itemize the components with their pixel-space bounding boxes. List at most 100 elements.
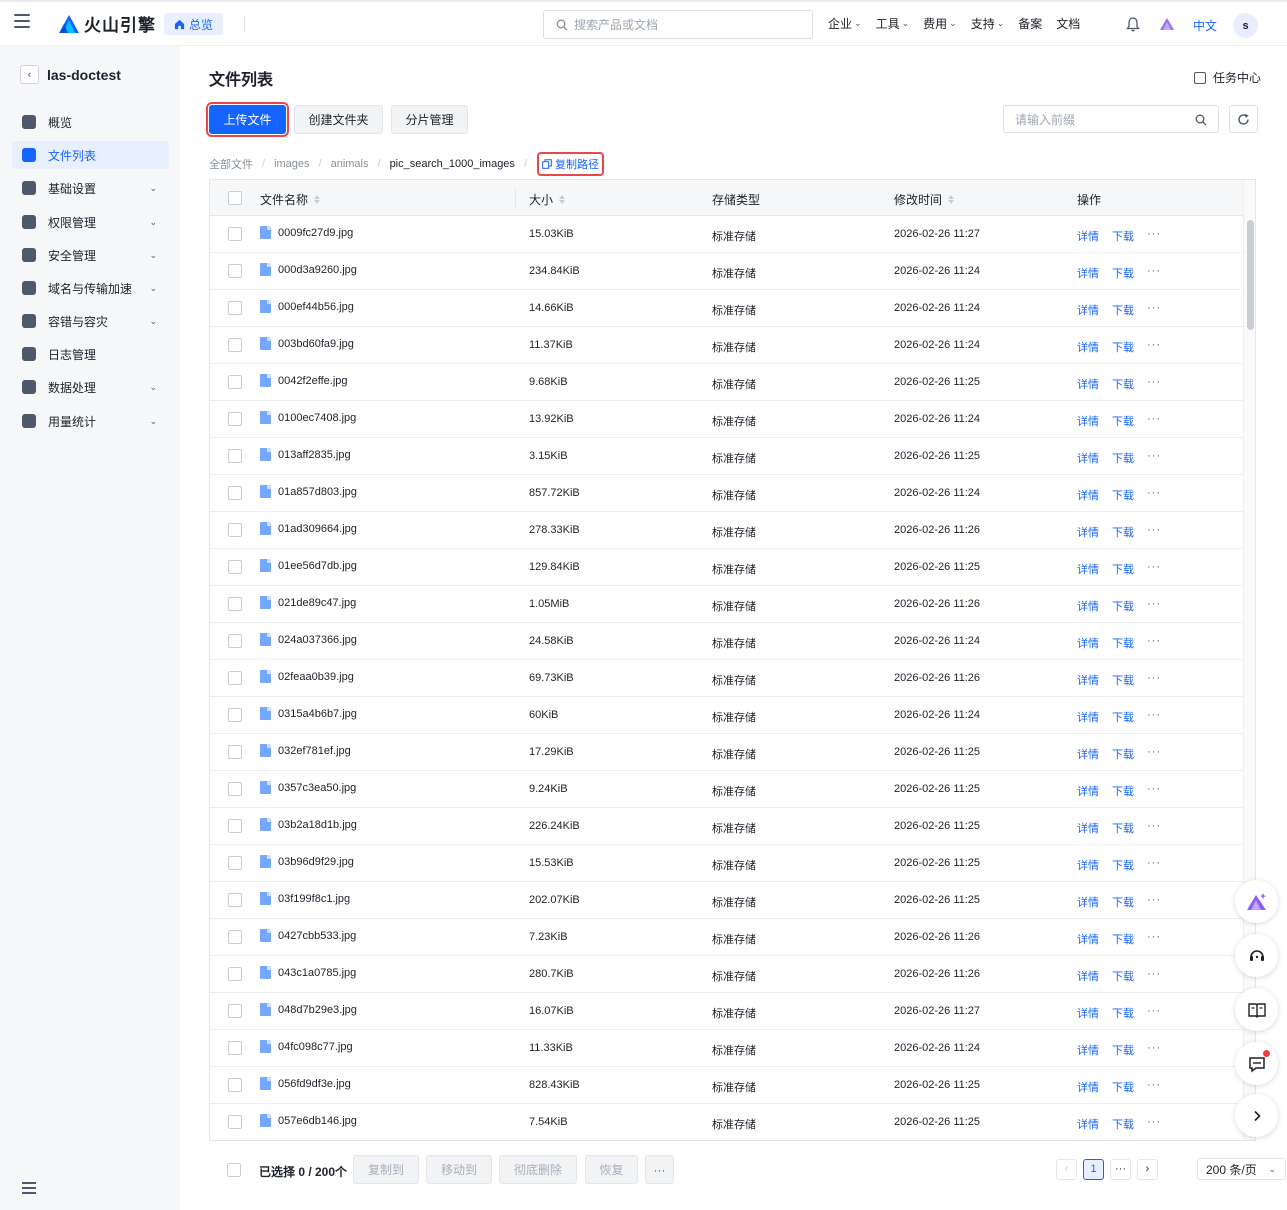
table-row[interactable]: 0100ec7408.jpg 13.92KiB 标准存储 2026-02-26 11:… xyxy=(210,401,1243,438)
row-checkbox[interactable] xyxy=(228,819,242,833)
sidebar-item[interactable]: 基础设置 ⌄ xyxy=(12,174,169,202)
file-name[interactable]: 057e6db146.jpg xyxy=(278,1115,357,1127)
more-actions-icon[interactable]: ··· xyxy=(1147,746,1161,762)
table-row[interactable]: 057e6db146.jpg 7.54KiB 标准存储 2026-02-26 11:2… xyxy=(210,1104,1243,1140)
table-row[interactable]: 024a037366.jpg 24.58KiB 标准存储 2026-02-26 11:… xyxy=(210,623,1243,660)
more-actions-icon[interactable]: ··· xyxy=(1147,783,1161,799)
expand-float-button[interactable] xyxy=(1235,1094,1278,1137)
download-link[interactable]: 下载 xyxy=(1112,265,1134,281)
more-actions-icon[interactable]: ··· xyxy=(1147,931,1161,947)
download-link[interactable]: 下载 xyxy=(1112,672,1134,688)
table-row[interactable]: 01ee56d7db.jpg 129.84KiB 标准存储 2026-02-26 11… xyxy=(210,549,1243,586)
sidebar-item[interactable]: 容错与容灾 ⌄ xyxy=(12,307,169,335)
file-name-cell[interactable]: 04fc098c77.jpg xyxy=(260,1040,353,1053)
nav-filing[interactable]: 备案 xyxy=(1018,15,1042,32)
breadcrumb-item[interactable]: images xyxy=(274,158,309,170)
customer-service-float-button[interactable] xyxy=(1235,934,1278,977)
more-actions-icon[interactable]: ··· xyxy=(1147,968,1161,984)
more-actions-icon[interactable]: ··· xyxy=(1147,487,1161,503)
detail-link[interactable]: 详情 xyxy=(1077,746,1099,762)
sidebar-item[interactable]: 权限管理 ⌄ xyxy=(12,208,169,236)
table-row[interactable]: 056fd9df3e.jpg 828.43KiB 标准存储 2026-02-26 11… xyxy=(210,1067,1243,1104)
download-link[interactable]: 下载 xyxy=(1112,1079,1134,1095)
detail-link[interactable]: 详情 xyxy=(1077,487,1099,503)
table-row[interactable]: 0315a4b6b7.jpg 60KiB 标准存储 2026-02-26 11:24 详… xyxy=(210,697,1243,734)
download-link[interactable]: 下载 xyxy=(1112,487,1134,503)
page-number[interactable]: 1 xyxy=(1083,1158,1104,1180)
download-link[interactable]: 下载 xyxy=(1112,783,1134,799)
search-icon[interactable] xyxy=(1195,114,1207,126)
file-name-cell[interactable]: 056fd9df3e.jpg xyxy=(260,1077,351,1090)
row-checkbox[interactable] xyxy=(228,449,242,463)
download-link[interactable]: 下载 xyxy=(1112,1042,1134,1058)
file-name[interactable]: 024a037366.jpg xyxy=(278,634,357,646)
table-row[interactable]: 0042f2effe.jpg 9.68KiB 标准存储 2026-02-26 11:2… xyxy=(210,364,1243,401)
detail-link[interactable]: 详情 xyxy=(1077,968,1099,984)
file-name[interactable]: 01ad309664.jpg xyxy=(278,523,357,535)
detail-link[interactable]: 详情 xyxy=(1077,561,1099,577)
table-row[interactable]: 0009fc27d9.jpg 15.03KiB 标准存储 2026-02-26 11:… xyxy=(210,216,1243,253)
detail-link[interactable]: 详情 xyxy=(1077,413,1099,429)
file-name-cell[interactable]: 000ef44b56.jpg xyxy=(260,300,354,313)
more-actions-icon[interactable]: ··· xyxy=(1147,1005,1161,1021)
user-avatar[interactable]: s xyxy=(1233,13,1258,38)
download-link[interactable]: 下载 xyxy=(1112,1116,1134,1132)
file-name-cell[interactable]: 0357c3ea50.jpg xyxy=(260,781,356,794)
row-checkbox[interactable] xyxy=(228,227,242,241)
row-checkbox[interactable] xyxy=(228,412,242,426)
file-name-cell[interactable]: 000d3a9260.jpg xyxy=(260,263,357,276)
download-link[interactable]: 下载 xyxy=(1112,894,1134,910)
nav-enterprise[interactable]: 企业 ⌄ xyxy=(828,15,862,32)
download-link[interactable]: 下载 xyxy=(1112,968,1134,984)
more-actions-icon[interactable]: ··· xyxy=(1147,709,1161,725)
table-row[interactable]: 03f199f8c1.jpg 202.07KiB 标准存储 2026-02-26 11… xyxy=(210,882,1243,919)
hamburger-menu-icon[interactable] xyxy=(14,14,30,30)
download-link[interactable]: 下载 xyxy=(1112,561,1134,577)
column-modified-time[interactable]: 修改时间 xyxy=(894,191,955,208)
download-link[interactable]: 下载 xyxy=(1112,820,1134,836)
more-actions-icon[interactable]: ··· xyxy=(1147,376,1161,392)
download-link[interactable]: 下载 xyxy=(1112,1005,1134,1021)
nav-billing[interactable]: 费用 ⌄ xyxy=(923,15,957,32)
file-name[interactable]: 0357c3ea50.jpg xyxy=(278,782,356,794)
row-checkbox[interactable] xyxy=(228,264,242,278)
file-name-cell[interactable]: 043c1a0785.jpg xyxy=(260,966,356,979)
file-name-cell[interactable]: 048d7b29e3.jpg xyxy=(260,1003,357,1016)
download-link[interactable]: 下载 xyxy=(1112,302,1134,318)
sidebar-item[interactable]: 文件列表 xyxy=(12,141,169,169)
detail-link[interactable]: 详情 xyxy=(1077,598,1099,614)
move-to-button[interactable]: 移动到 xyxy=(426,1155,492,1184)
file-name-cell[interactable]: 01ee56d7db.jpg xyxy=(260,559,357,572)
detail-link[interactable]: 详情 xyxy=(1077,672,1099,688)
detail-link[interactable]: 详情 xyxy=(1077,783,1099,799)
file-name[interactable]: 043c1a0785.jpg xyxy=(278,967,356,979)
sidebar-item[interactable]: 日志管理 xyxy=(12,340,169,368)
download-link[interactable]: 下载 xyxy=(1112,228,1134,244)
detail-link[interactable]: 详情 xyxy=(1077,265,1099,281)
file-name-cell[interactable]: 03b2a18d1b.jpg xyxy=(260,818,357,831)
file-name-cell[interactable]: 03f199f8c1.jpg xyxy=(260,892,350,905)
file-name[interactable]: 01a857d803.jpg xyxy=(278,486,357,498)
file-name[interactable]: 021de89c47.jpg xyxy=(278,597,356,609)
page-ellipsis[interactable]: ··· xyxy=(1110,1158,1131,1180)
download-link[interactable]: 下载 xyxy=(1112,598,1134,614)
row-checkbox[interactable] xyxy=(228,338,242,352)
table-row[interactable]: 021de89c47.jpg 1.05MiB 标准存储 2026-02-26 11:2… xyxy=(210,586,1243,623)
file-name-cell[interactable]: 013aff2835.jpg xyxy=(260,448,351,461)
sidebar-item[interactable]: 域名与传输加速 ⌄ xyxy=(12,274,169,302)
more-actions-icon[interactable]: ··· xyxy=(1147,228,1161,244)
file-name[interactable]: 01ee56d7db.jpg xyxy=(278,560,357,572)
table-row[interactable]: 013aff2835.jpg 3.15KiB 标准存储 2026-02-26 11:2… xyxy=(210,438,1243,475)
table-row[interactable]: 0427cbb533.jpg 7.23KiB 标准存储 2026-02-26 11:2… xyxy=(210,919,1243,956)
home-button[interactable]: 总览 xyxy=(164,13,224,35)
table-row[interactable]: 01a857d803.jpg 857.72KiB 标准存储 2026-02-26 11… xyxy=(210,475,1243,512)
file-name-cell[interactable]: 01a857d803.jpg xyxy=(260,485,357,498)
row-checkbox[interactable] xyxy=(228,856,242,870)
table-row[interactable]: 02feaa0b39.jpg 69.73KiB 标准存储 2026-02-26 11:… xyxy=(210,660,1243,697)
row-checkbox[interactable] xyxy=(228,708,242,722)
download-link[interactable]: 下载 xyxy=(1112,450,1134,466)
file-name[interactable]: 04fc098c77.jpg xyxy=(278,1041,353,1053)
detail-link[interactable]: 详情 xyxy=(1077,857,1099,873)
download-link[interactable]: 下载 xyxy=(1112,376,1134,392)
detail-link[interactable]: 详情 xyxy=(1077,302,1099,318)
